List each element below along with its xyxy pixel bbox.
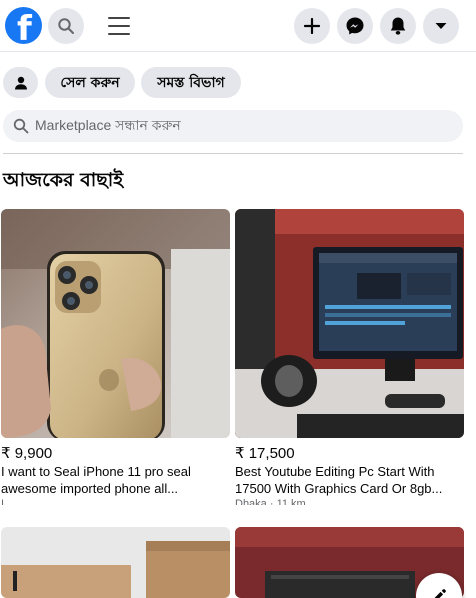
marketplace-search-input[interactable]: Marketplace সন্ধান করুন: [3, 110, 463, 142]
pencil-icon: [434, 589, 446, 598]
facebook-logo[interactable]: f: [5, 7, 42, 44]
all-categories-label: সমস্ত বিভাগ: [157, 74, 225, 91]
divider: [3, 153, 463, 154]
messenger-button[interactable]: [337, 8, 373, 44]
listing-location: Dhaka · 11 km: [235, 498, 306, 505]
search-icon: [13, 118, 29, 134]
listing-card[interactable]: [1, 527, 230, 598]
notifications-button[interactable]: [380, 8, 416, 44]
profile-chip[interactable]: [3, 67, 38, 98]
create-button[interactable]: [294, 8, 330, 44]
plus-icon: [304, 18, 320, 34]
bell-icon: [390, 17, 406, 35]
listing-title: I want to Seal iPhone 11 pro seal awesom…: [1, 464, 191, 496]
facebook-logo-letter: f: [17, 9, 32, 44]
sell-button-label: সেল করুন: [60, 74, 120, 91]
listing-location: I: [1, 498, 5, 505]
search-placeholder: Marketplace সন্ধান করুন: [35, 117, 181, 133]
listing-photo[interactable]: [1, 527, 230, 598]
caret-down-icon: [435, 23, 447, 29]
top-bar: f: [0, 0, 476, 52]
listing-card[interactable]: ₹ 17,500 Best Youtube Editing Pc Start W…: [235, 209, 464, 509]
listing-price: ₹ 17,500: [235, 445, 295, 462]
sell-button[interactable]: সেল করুন: [45, 67, 135, 98]
listing-title: Best Youtube Editing Pc Start With 17500…: [235, 464, 443, 496]
listing-photo[interactable]: [235, 209, 464, 438]
listing-photo[interactable]: [1, 209, 230, 438]
listing-card[interactable]: ₹ 9,900 I want to Seal iPhone 11 pro sea…: [1, 209, 230, 509]
search-icon: [58, 18, 74, 34]
account-menu-button[interactable]: [423, 8, 459, 44]
search-button[interactable]: [48, 8, 84, 44]
menu-icon[interactable]: [108, 17, 130, 37]
all-categories-button[interactable]: সমস্ত বিভাগ: [141, 67, 241, 98]
user-icon: [14, 76, 27, 89]
section-title: আজকের বাছাই: [3, 169, 124, 191]
listing-price: ₹ 9,900: [1, 445, 53, 462]
messenger-icon: [346, 17, 364, 35]
